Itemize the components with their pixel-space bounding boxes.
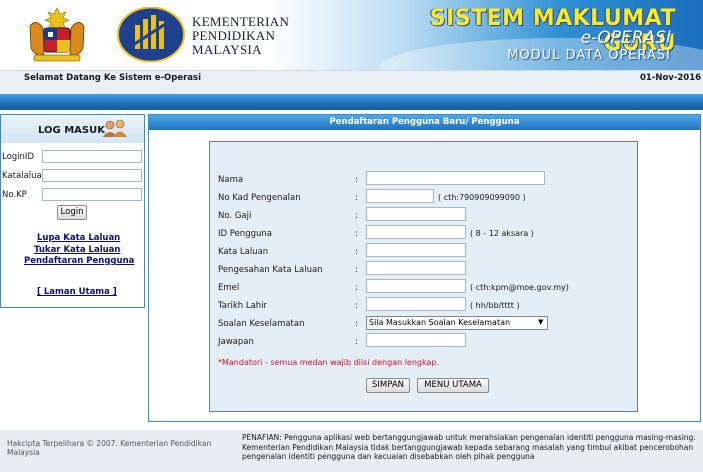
register-user-link[interactable]: Pendaftaran Pengguna bbox=[24, 256, 134, 266]
dob-hint: ( hh/bb/tttt ) bbox=[470, 301, 520, 310]
coat-of-arms-icon bbox=[29, 7, 85, 62]
chevron-down-icon[interactable]: ▼ bbox=[538, 318, 543, 326]
save-button[interactable]: SIMPAN bbox=[366, 378, 410, 393]
dob-label: Tarikh Lahir bbox=[218, 301, 268, 311]
loginid-input[interactable] bbox=[42, 150, 142, 163]
login-button[interactable]: Login bbox=[57, 205, 87, 220]
security-question-colon: : bbox=[355, 319, 358, 329]
email-hint: ( cth:kpm@moe.gov.my) bbox=[470, 283, 569, 292]
nama-label: Nama bbox=[218, 175, 244, 185]
password-input[interactable] bbox=[42, 169, 142, 182]
userid-input[interactable] bbox=[366, 225, 466, 239]
confirm-password-colon: : bbox=[355, 265, 358, 275]
loginid-label: LoginID bbox=[2, 152, 34, 162]
confirm-password-label: Pengesahan Kata Laluan bbox=[218, 265, 323, 275]
new-password-input[interactable] bbox=[366, 243, 466, 257]
welcome-text: Selamat Datang Ke Sistem e-Operasi bbox=[24, 73, 202, 83]
moe-logo-icon bbox=[117, 7, 185, 62]
userid-label: ID Pengguna bbox=[218, 229, 272, 239]
kp-field-colon: : bbox=[355, 193, 358, 203]
kp-input[interactable] bbox=[42, 188, 142, 201]
password-label: Katalaluan bbox=[2, 171, 48, 181]
kp-field-hint: ( cth:790909099090 ) bbox=[438, 193, 526, 202]
gaji-colon: : bbox=[355, 211, 358, 221]
login-title: LOG MASUK bbox=[38, 125, 105, 136]
forgot-password-link[interactable]: Lupa Kata Laluan bbox=[37, 233, 120, 243]
gaji-label: No. Gaji bbox=[218, 211, 252, 221]
confirm-password-input[interactable] bbox=[366, 261, 466, 275]
security-question-select[interactable]: Sila Masukkan Soalan Keselamatan bbox=[366, 316, 548, 330]
users-login-icon bbox=[103, 119, 127, 137]
answer-colon: : bbox=[355, 337, 358, 347]
answer-input[interactable] bbox=[366, 333, 466, 347]
registration-title: Pendaftaran Pengguna Baru/ Pengguna bbox=[329, 117, 520, 127]
security-question-label: Soalan Keselamatan bbox=[218, 319, 305, 329]
email-input[interactable] bbox=[366, 279, 466, 293]
main-menu-button[interactable]: MENU UTAMA bbox=[417, 378, 489, 393]
nama-input[interactable] bbox=[366, 171, 545, 185]
kp-field-input[interactable] bbox=[366, 189, 434, 203]
email-label: Emel bbox=[218, 283, 240, 293]
dob-input[interactable] bbox=[366, 297, 466, 311]
copyright-text: Hakcipta Terpelihara © 2007. Kementerian… bbox=[7, 439, 212, 457]
new-password-label: Kata Laluan bbox=[218, 247, 269, 257]
kp-label: No.KP bbox=[2, 190, 27, 200]
nama-colon: : bbox=[355, 175, 358, 185]
gaji-input[interactable] bbox=[366, 207, 466, 221]
mandatory-note: *Mandatori - semua medan wajib diisi den… bbox=[218, 358, 440, 367]
email-colon: : bbox=[355, 283, 358, 293]
answer-label: Jawapan bbox=[218, 337, 254, 347]
ministry-name-line3: MALAYSIA bbox=[192, 42, 262, 57]
dob-colon: : bbox=[355, 301, 358, 311]
current-date: 01-Nov-2016 bbox=[640, 73, 702, 83]
userid-colon: : bbox=[355, 229, 358, 239]
system-subtitle: e-OPERASI bbox=[580, 28, 671, 48]
change-password-link[interactable]: Tukar Kata Laluan bbox=[34, 245, 120, 255]
new-password-colon: : bbox=[355, 247, 358, 257]
disclaimer-text: PENAFIAN: Pengguna aplikasi web bertangg… bbox=[242, 433, 696, 461]
nav-bar bbox=[0, 94, 703, 110]
userid-hint: ( 8 - 12 aksara ) bbox=[470, 229, 534, 238]
kp-field-label: No Kad Pengenalan bbox=[218, 193, 301, 203]
home-page-link[interactable]: [ Laman Utama ] bbox=[37, 287, 117, 297]
system-module: MODUL DATA OPERASI bbox=[507, 48, 671, 63]
